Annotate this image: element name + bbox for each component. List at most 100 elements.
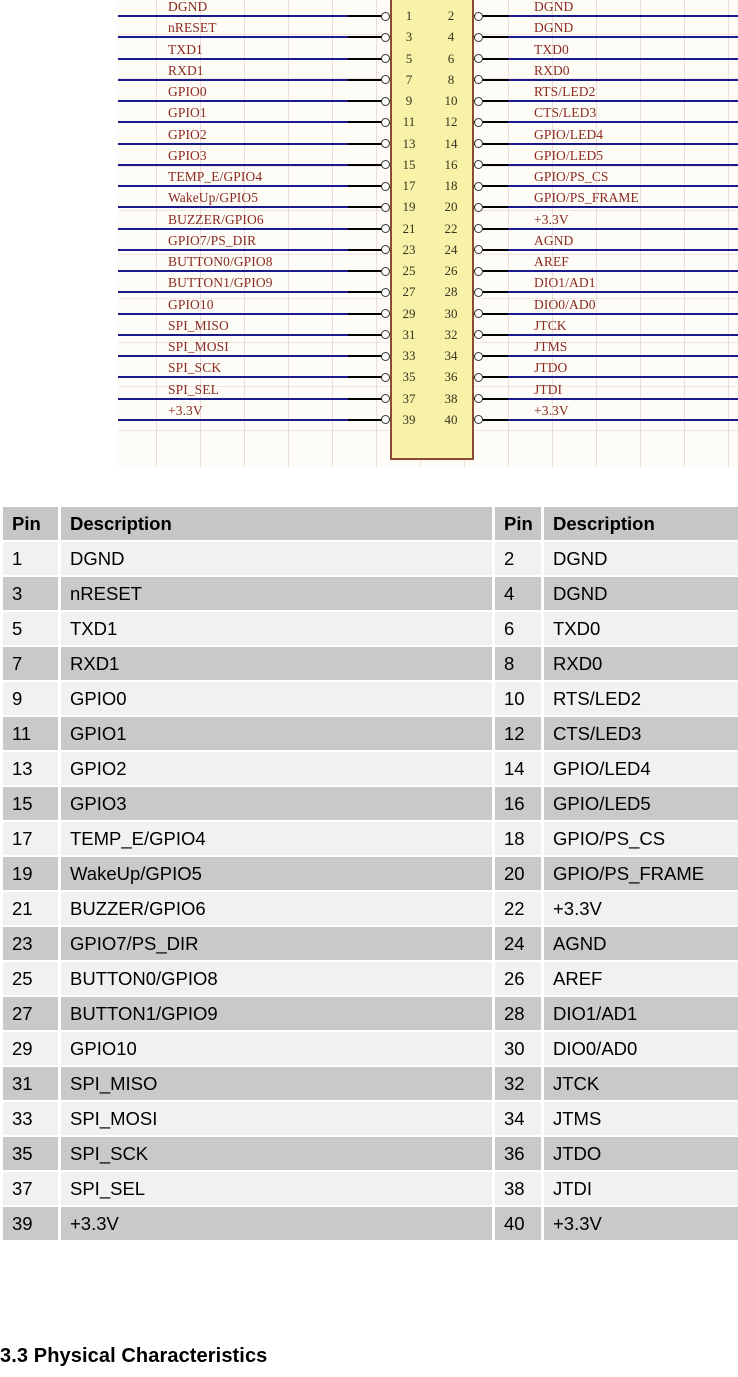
net-label-left: GPIO0 xyxy=(168,84,207,99)
cell-pin-left: 3 xyxy=(3,577,58,610)
cell-description-left: WakeUp/GPIO5 xyxy=(61,857,492,890)
connector-pin-number: 24 xyxy=(444,241,458,257)
cell-description-left: nRESET xyxy=(61,577,492,610)
net-line-right xyxy=(508,397,738,400)
table-row: 13 GPIO2 14 GPIO/LED4 xyxy=(3,752,738,785)
connector-pin-number: 38 xyxy=(444,390,458,406)
pin-circle-left xyxy=(381,202,390,212)
table-row: 33 SPI_MOSI 34 JTMS xyxy=(3,1102,738,1135)
pin-circle-right xyxy=(474,372,483,382)
connector-pin-number: 13 xyxy=(402,135,416,151)
cell-pin-left: 25 xyxy=(3,962,58,995)
net-label-right: CTS/LED3 xyxy=(534,105,597,121)
net-line-right xyxy=(508,291,738,294)
pin-circle-right xyxy=(474,11,483,21)
cell-pin-left: 5 xyxy=(3,612,58,645)
net-line-right xyxy=(508,121,738,124)
cell-pin-right: 32 xyxy=(495,1067,541,1100)
net-label-left: WakeUp/GPIO5 xyxy=(168,190,259,206)
connector-pin-number: 23 xyxy=(402,241,416,257)
net-line-right xyxy=(508,78,738,81)
cell-description-right: GPIO/LED5 xyxy=(544,787,738,820)
net-line-right xyxy=(508,333,738,336)
connector-pin-number: 34 xyxy=(444,348,458,363)
net-label-right: JTMS xyxy=(534,339,568,354)
net-line-left xyxy=(118,206,348,209)
cell-pin-left: 31 xyxy=(3,1067,58,1100)
cell-description-left: GPIO0 xyxy=(61,682,492,715)
table-row: 31 SPI_MISO 32 JTCK xyxy=(3,1067,738,1100)
pin-lead-left xyxy=(348,78,382,81)
net-label-right: JTCK xyxy=(534,317,567,333)
connector-pin-number: 18 xyxy=(444,178,458,193)
table-row: 37 SPI_SEL 38 JTDI xyxy=(3,1172,738,1205)
net-line-left xyxy=(118,163,348,166)
pin-circle-left xyxy=(381,266,390,276)
table-row: 15 GPIO3 16 GPIO/LED5 xyxy=(3,787,738,820)
net-label-left: GPIO3 xyxy=(168,147,207,163)
cell-pin-right: 24 xyxy=(495,927,541,960)
net-label-right: GPIO/LED5 xyxy=(534,147,604,163)
cell-pin-left: 19 xyxy=(3,857,58,890)
connector-pin-number: 7 xyxy=(405,71,413,87)
cell-description-left: SPI_SCK xyxy=(61,1137,492,1170)
cell-pin-right: 36 xyxy=(495,1137,541,1170)
connector-pin-number: 12 xyxy=(444,114,458,130)
cell-description-left: GPIO7/PS_DIR xyxy=(61,927,492,960)
net-label-right: DIO0/AD0 xyxy=(534,296,596,312)
cell-pin-right: 26 xyxy=(495,962,541,995)
net-line-right xyxy=(508,163,738,166)
net-label-right: GPIO/PS_CS xyxy=(534,169,609,184)
pin-circle-left xyxy=(381,372,390,382)
pin-circle-right xyxy=(474,394,483,403)
pin-table-body: 1 DGND 2 DGND 3 nRESET 4 DGND 5 TXD1 6 TXD0 7 RXD1 8 RX… xyxy=(3,542,738,1240)
cell-pin-left: 35 xyxy=(3,1137,58,1170)
cell-pin-left: 29 xyxy=(3,1032,58,1065)
pinout-schematic-image: DGND DGND 1 2 nRESET DGND 3 4 TXD1 TXD0 5 6 RXD1 RXD0… xyxy=(118,0,738,467)
pin-circle-right xyxy=(474,117,483,127)
column-header-description-right: Description xyxy=(544,507,738,540)
cell-description-right: DGND xyxy=(544,542,738,575)
net-label-left: TEMP_E/GPIO4 xyxy=(168,169,263,184)
connector-pin-number: 9 xyxy=(405,93,413,108)
table-header-row: Pin Description Pin Description xyxy=(3,507,738,540)
pin-lead-left xyxy=(348,142,382,145)
connector-pin-number: 4 xyxy=(447,29,455,45)
connector-pin-number: 27 xyxy=(402,284,416,300)
net-label-left: GPIO10 xyxy=(168,296,214,312)
net-line-left xyxy=(118,312,348,315)
net-label-right: +3.3V xyxy=(534,402,569,418)
connector-pin-number: 37 xyxy=(402,390,416,406)
cell-description-right: JTMS xyxy=(544,1102,738,1135)
column-header-pin-left: Pin xyxy=(3,507,58,540)
pin-circle-left xyxy=(381,181,390,191)
net-label-left: BUTTON0/GPIO8 xyxy=(168,254,273,269)
table-row: 5 TXD1 6 TXD0 xyxy=(3,612,738,645)
net-line-right xyxy=(508,312,738,315)
cell-description-left: GPIO3 xyxy=(61,787,492,820)
pin-circle-left xyxy=(381,54,390,63)
net-line-right xyxy=(508,376,738,379)
cell-description-right: DIO1/AD1 xyxy=(544,997,738,1030)
connector-pin-number: 10 xyxy=(444,93,458,108)
table-row: 7 RXD1 8 RXD0 xyxy=(3,647,738,680)
cell-description-right: AGND xyxy=(544,927,738,960)
net-line-right xyxy=(508,185,738,187)
connector-pin-number: 11 xyxy=(402,114,416,130)
cell-pin-left: 33 xyxy=(3,1102,58,1135)
pin-lead-left xyxy=(348,333,382,336)
cell-description-right: GPIO/PS_FRAME xyxy=(544,857,738,890)
cell-pin-left: 21 xyxy=(3,892,58,925)
table-row: 23 GPIO7/PS_DIR 24 AGND xyxy=(3,927,738,960)
net-line-right xyxy=(508,57,738,60)
cell-description-right: TXD0 xyxy=(544,612,738,645)
cell-pin-left: 13 xyxy=(3,752,58,785)
pin-lead-left xyxy=(348,270,382,272)
pin-circle-left xyxy=(381,224,390,233)
pin-lead-left xyxy=(348,355,382,357)
section-heading-physical-characteristics: 3.3 Physical Characteristics xyxy=(0,1345,268,1367)
table-row: 39 +3.3V 40 +3.3V xyxy=(3,1207,738,1240)
pin-circle-left xyxy=(381,309,390,318)
cell-pin-right: 38 xyxy=(495,1172,541,1205)
cell-pin-left: 37 xyxy=(3,1172,58,1205)
